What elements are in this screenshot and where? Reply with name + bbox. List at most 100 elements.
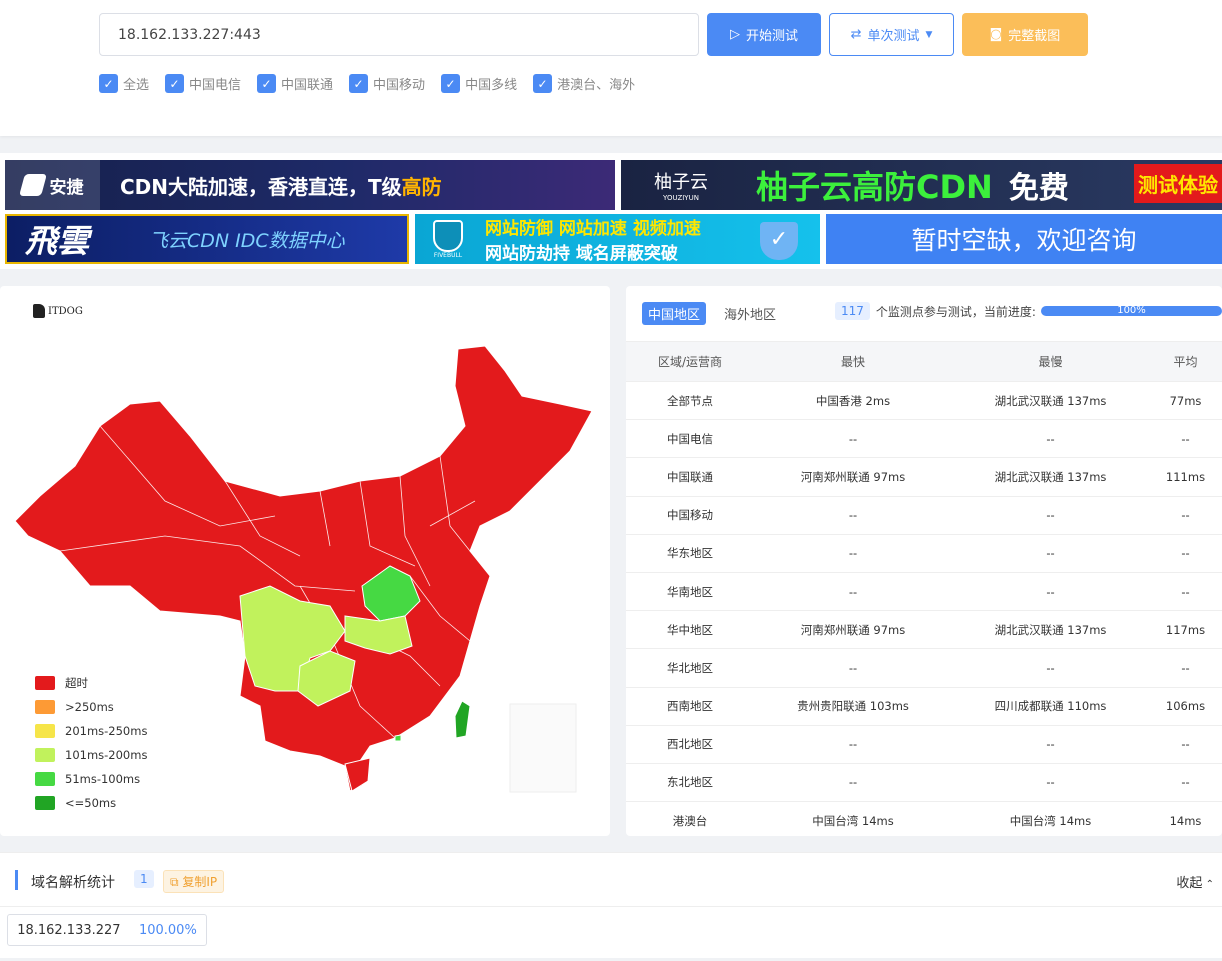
legend-item: 201ms-250ms <box>35 719 147 743</box>
start-test-label: 开始测试 <box>745 29 798 44</box>
cell: 中国台湾 14ms <box>754 801 952 836</box>
col-average: 平均 <box>1149 341 1222 382</box>
cell: -- <box>952 419 1149 459</box>
map-region-taiwan <box>454 700 471 739</box>
cell: 全部节点 <box>626 381 754 421</box>
banner-anjie[interactable]: 安捷 CDN大陆加速，香港直连，T级高防 <box>5 160 615 210</box>
banner-feiyun[interactable]: 飛雲 飞云CDN IDC数据中心 <box>5 214 409 264</box>
tab-overseas[interactable]: 海外地区 <box>718 302 782 325</box>
cell: -- <box>1149 419 1222 459</box>
cell: 四川成都联通 110ms <box>952 687 1149 726</box>
cell: -- <box>754 496 952 535</box>
cell: -- <box>1149 648 1222 688</box>
map-region-hongkong <box>394 734 402 742</box>
cell: 中国电信 <box>626 419 754 459</box>
cell: 117ms <box>1149 610 1222 650</box>
legend-swatch <box>35 676 55 690</box>
screenshot-button[interactable]: ◙ 完整截图 <box>962 13 1088 56</box>
collapse-label: 收起 <box>1176 876 1203 891</box>
cell: -- <box>952 496 1149 535</box>
target-input[interactable] <box>99 13 699 56</box>
cell: 湖北武汉联通 137ms <box>952 381 1149 421</box>
cell: -- <box>754 763 952 803</box>
test-panel: ▷ 开始测试 ⇄ 单次测试 ▼ ◙ 完整截图 ✓ 全选 ✓ 中国电信 ✓ 中国联通 ✓… <box>0 0 1222 136</box>
checkbox-mobile[interactable]: ✓ 中国移动 <box>349 74 425 93</box>
check-icon: ✓ <box>441 74 461 93</box>
ip-entry[interactable]: 18.162.133.227 100.00% <box>7 914 207 946</box>
progress-bar: 100% <box>1041 306 1222 316</box>
section-marker <box>15 870 18 890</box>
collapse-button[interactable]: 收起 ⌃ <box>1176 872 1214 891</box>
legend-swatch <box>35 748 55 762</box>
cell: -- <box>1149 725 1222 764</box>
checkbox-multiline[interactable]: ✓ 中国多线 <box>441 74 517 93</box>
node-count: 117 个监测点参与测试，当前进度: <box>835 302 1036 320</box>
cell: 港澳台 <box>626 801 754 836</box>
china-map-card: ITDOG 超时 >250ms 201ms-250ms 101ms-200ms … <box>0 286 610 836</box>
cell: -- <box>754 572 952 612</box>
checkbox-label: 中国多线 <box>465 78 518 93</box>
isp-filter: ✓ 全选 ✓ 中国电信 ✓ 中国联通 ✓ 中国移动 ✓ 中国多线 ✓ 港澳台、海外 <box>99 74 635 93</box>
feiyun-slogan: 飞云CDN IDC数据中心 <box>149 229 345 252</box>
checkbox-all[interactable]: ✓ 全选 <box>99 74 149 93</box>
table-row: 中国联通 河南郑州联通 97ms 湖北武汉联通 137ms 111ms <box>626 457 1222 497</box>
checkbox-label: 全选 <box>123 78 150 93</box>
youziyun-sub: YOUZIYUN <box>663 194 699 202</box>
copy-ip-button[interactable]: ⧉ 复制IP <box>163 870 225 893</box>
results-card: 中国地区 海外地区 117 个监测点参与测试，当前进度: 100% 区域/运营商… <box>626 286 1222 836</box>
map-legend: 超时 >250ms 201ms-250ms 101ms-200ms 51ms-1… <box>35 671 147 815</box>
cell: 湖北武汉联通 137ms <box>952 457 1149 497</box>
cell: 湖北武汉联通 137ms <box>952 610 1149 650</box>
caret-down-icon: ▼ <box>925 29 933 40</box>
cell: -- <box>1149 496 1222 535</box>
shield-check-icon: ✓ <box>760 222 798 260</box>
cell: 中国移动 <box>626 496 754 535</box>
cell: 111ms <box>1149 457 1222 497</box>
legend-swatch <box>35 772 55 786</box>
fivebull-sub: FIVEBULL <box>433 251 463 259</box>
checkbox-overseas[interactable]: ✓ 港澳台、海外 <box>533 74 635 93</box>
check-icon: ✓ <box>349 74 369 93</box>
south-sea-inset <box>509 703 577 793</box>
table-row: 华中地区 河南郑州联通 97ms 湖北武汉联通 137ms 117ms <box>626 610 1222 650</box>
table-row: 东北地区 -- -- -- <box>626 763 1222 803</box>
legend-item: 51ms-100ms <box>35 767 147 791</box>
fivebull-line2: 网站防劫持 域名屏蔽突破 <box>485 244 678 264</box>
youziyun-trial: 测试体验 <box>1134 164 1222 203</box>
legend-label: 101ms-200ms <box>65 748 148 762</box>
banner-fivebull[interactable]: FIVEBULL 网站防御 网站加速 视频加速 网站防劫持 域名屏蔽突破 ✓ <box>415 214 820 264</box>
legend-label: 201ms-250ms <box>65 724 148 738</box>
checkbox-label: 中国电信 <box>189 78 242 93</box>
col-region: 区域/运营商 <box>626 341 754 382</box>
dns-title: 域名解析统计 <box>31 875 115 891</box>
ip-address: 18.162.133.227 <box>17 922 121 938</box>
legend-swatch <box>35 700 55 714</box>
cell: 西南地区 <box>626 687 754 726</box>
table-row: 华南地区 -- -- -- <box>626 572 1222 612</box>
checkbox-telecom[interactable]: ✓ 中国电信 <box>165 74 241 93</box>
screenshot-label: 完整截图 <box>1008 29 1061 44</box>
table-row: 港澳台 中国台湾 14ms 中国台湾 14ms 14ms <box>626 801 1222 836</box>
cell: -- <box>1149 572 1222 612</box>
tab-china[interactable]: 中国地区 <box>642 302 707 325</box>
checkbox-label: 中国联通 <box>281 78 334 93</box>
feather-icon <box>18 174 47 196</box>
legend-label: 超时 <box>65 676 88 690</box>
table-row: 中国移动 -- -- -- <box>626 496 1222 535</box>
start-test-button[interactable]: ▷ 开始测试 <box>707 13 821 56</box>
ad-banners: 安捷 CDN大陆加速，香港直连，T级高防 柚子云 YOUZIYUN 柚子云高防C… <box>0 153 1222 269</box>
cell: 华北地区 <box>626 648 754 688</box>
cell: 14ms <box>1149 801 1222 836</box>
youziyun-brand: 柚子云 <box>654 172 708 193</box>
repeat-icon: ⇄ <box>850 27 862 42</box>
cell: 河南郑州联通 97ms <box>754 610 952 650</box>
banner-vacant[interactable]: 暂时空缺，欢迎咨询 <box>826 214 1222 264</box>
banner-youziyun[interactable]: 柚子云 YOUZIYUN 柚子云高防CDN 免费 测试体验 <box>621 160 1222 210</box>
legend-swatch <box>35 724 55 738</box>
node-count-badge: 117 <box>835 302 870 320</box>
single-test-button[interactable]: ⇄ 单次测试 ▼ <box>829 13 954 56</box>
feiyun-brand: 飛雲 <box>25 222 90 260</box>
table-header: 区域/运营商 最快 最慢 平均 <box>626 341 1222 382</box>
cell: 贵州贵阳联通 103ms <box>754 687 952 726</box>
checkbox-unicom[interactable]: ✓ 中国联通 <box>257 74 333 93</box>
